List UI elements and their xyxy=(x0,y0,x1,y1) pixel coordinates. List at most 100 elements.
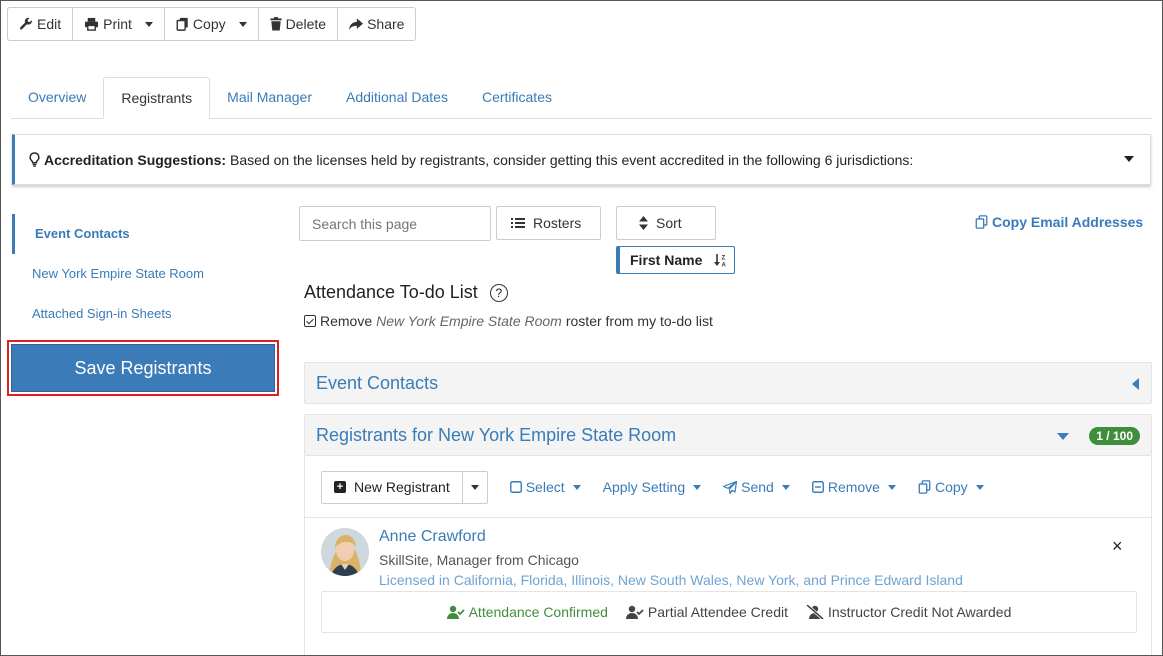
status-partial-label: Partial Attendee Credit xyxy=(647,604,788,620)
share-label: Share xyxy=(367,16,405,32)
minus-square-icon xyxy=(811,481,824,493)
status-instructor-label: Instructor Credit Not Awarded xyxy=(828,604,1012,620)
registrants-panel-header[interactable]: Registrants for New York Empire State Ro… xyxy=(304,414,1152,456)
nav-item-new-york-empire-state-room[interactable]: New York Empire State Room xyxy=(12,254,280,294)
sort-button[interactable]: Sort xyxy=(616,206,716,240)
suggestion-text: Based on the licenses held by registrant… xyxy=(230,151,914,168)
divider xyxy=(305,517,1151,518)
avatar xyxy=(321,528,369,576)
help-icon[interactable]: ? xyxy=(489,283,508,302)
user-check-icon xyxy=(625,605,644,619)
status-partial-attendee-credit[interactable]: Partial Attendee Credit xyxy=(625,604,788,620)
checkbox-empty-icon xyxy=(509,481,522,493)
new-registrant-button[interactable]: + New Registrant xyxy=(322,471,463,503)
chevron-down-icon xyxy=(781,484,790,490)
event-contacts-panel-title: Event Contacts xyxy=(316,372,439,393)
caret-down-icon[interactable] xyxy=(1124,156,1134,162)
copy-menu-label: Copy xyxy=(934,479,968,495)
remove-menu[interactable]: Remove xyxy=(811,479,896,495)
todo-item-prefix: Remove xyxy=(320,313,373,329)
remove-label: Remove xyxy=(827,479,880,495)
copy-label: Copy xyxy=(192,16,226,32)
copy-menu[interactable]: Copy xyxy=(918,479,984,495)
todo-title-text: Attendance To-do List xyxy=(304,282,478,302)
registrants-panel-body: + New Registrant Select Apply Setting Se… xyxy=(304,456,1152,655)
apply-setting-menu[interactable]: Apply Setting xyxy=(603,479,702,495)
checkbox-checked-icon[interactable] xyxy=(304,315,316,327)
caret-down-icon[interactable] xyxy=(1057,433,1069,440)
copy-email-label: Copy Email Addresses xyxy=(992,214,1144,230)
todo-remove-roster-item[interactable]: Remove New York Empire State Room roster… xyxy=(304,313,713,329)
registrant-count-badge: 1 / 100 xyxy=(1089,427,1140,445)
tab-certificates[interactable]: Certificates xyxy=(465,77,569,119)
status-instructor-credit-not-awarded[interactable]: Instructor Credit Not Awarded xyxy=(806,604,1011,620)
accreditation-suggestion-bar[interactable]: Accreditation Suggestions: Based on the … xyxy=(12,134,1151,185)
left-nav: Event Contacts New York Empire State Roo… xyxy=(12,214,280,334)
search-input[interactable] xyxy=(299,206,491,241)
new-registrant-dropdown-toggle[interactable] xyxy=(463,472,487,503)
send-menu[interactable]: Send xyxy=(723,479,790,495)
status-attendance-label: Attendance Confirmed xyxy=(468,604,608,620)
plus-square-icon: + xyxy=(334,481,346,493)
copy-icon xyxy=(176,17,188,31)
top-toolbar: Edit Print Copy Delete Share xyxy=(7,7,417,41)
registrant-status-row: Attendance Confirmed Partial Attendee Cr… xyxy=(321,591,1137,633)
nav-item-attached-sign-in-sheets[interactable]: Attached Sign-in Sheets xyxy=(12,294,280,334)
user-slash-icon xyxy=(806,605,824,619)
tab-registrants[interactable]: Registrants xyxy=(103,77,211,119)
printer-icon xyxy=(85,17,99,31)
sort-field-label: First Name xyxy=(630,252,703,268)
tab-additional-dates[interactable]: Additional Dates xyxy=(329,77,465,119)
copy-button[interactable]: Copy xyxy=(165,8,259,40)
event-contacts-panel-header[interactable]: Event Contacts xyxy=(304,362,1152,404)
delete-label: Delete xyxy=(285,16,327,32)
chevron-down-icon xyxy=(238,21,247,27)
page-frame: Edit Print Copy Delete Share Overview Re… xyxy=(0,0,1163,656)
new-registrant-label: New Registrant xyxy=(354,479,450,495)
chevron-down-icon xyxy=(975,484,984,490)
todo-item-suffix: roster from my to-do list xyxy=(565,313,713,329)
chevron-down-icon xyxy=(693,484,702,490)
registrant-subtitle: SkillSite, Manager from Chicago xyxy=(379,552,579,568)
tab-mail-manager[interactable]: Mail Manager xyxy=(210,77,329,119)
chevron-down-icon xyxy=(470,484,479,490)
todo-item-room: New York Empire State Room xyxy=(376,313,562,329)
rosters-button[interactable]: Rosters xyxy=(496,206,601,240)
print-label: Print xyxy=(103,16,132,32)
save-registrants-button[interactable]: Save Registrants xyxy=(11,344,275,392)
edit-button[interactable]: Edit xyxy=(8,8,74,40)
registrant-actions-bar: + New Registrant Select Apply Setting Se… xyxy=(321,470,1141,504)
chevron-down-icon xyxy=(572,484,581,490)
rosters-label: Rosters xyxy=(533,215,582,231)
registrant-licensed-link[interactable]: Licensed in California, Florida, Illinoi… xyxy=(379,572,963,588)
lightbulb-icon xyxy=(29,152,40,167)
paper-plane-icon xyxy=(723,480,738,494)
list-icon xyxy=(511,218,525,228)
trash-icon xyxy=(270,17,282,31)
tab-overview[interactable]: Overview xyxy=(11,77,103,119)
close-icon[interactable]: × xyxy=(1112,536,1123,557)
chevron-down-icon xyxy=(144,21,153,27)
select-menu[interactable]: Select xyxy=(509,479,581,495)
copy-icon xyxy=(918,480,931,494)
attendance-todo-title: Attendance To-do List ? xyxy=(304,282,508,303)
status-attendance-confirmed[interactable]: Attendance Confirmed xyxy=(446,604,608,620)
share-button[interactable]: Share xyxy=(338,8,415,40)
suggestion-title: Accreditation Suggestions: xyxy=(44,151,227,168)
wrench-icon xyxy=(19,17,32,30)
nav-item-event-contacts[interactable]: Event Contacts xyxy=(12,214,280,254)
sort-field-chip[interactable]: First Name ZA xyxy=(616,246,735,274)
svg-text:A: A xyxy=(722,262,727,267)
registrant-name-link[interactable]: Anne Crawford xyxy=(379,528,486,546)
print-button[interactable]: Print xyxy=(73,8,165,40)
caret-left-icon[interactable] xyxy=(1132,378,1139,390)
sort-alpha-desc-icon: ZA xyxy=(714,253,727,267)
share-arrow-icon xyxy=(349,17,364,30)
select-label: Select xyxy=(525,479,565,495)
copy-email-addresses-link[interactable]: Copy Email Addresses xyxy=(975,214,1143,230)
sort-icon xyxy=(639,216,648,230)
send-label: Send xyxy=(741,479,774,495)
delete-button[interactable]: Delete xyxy=(259,8,339,40)
apply-setting-label: Apply Setting xyxy=(602,479,686,495)
copy-icon xyxy=(975,215,988,229)
